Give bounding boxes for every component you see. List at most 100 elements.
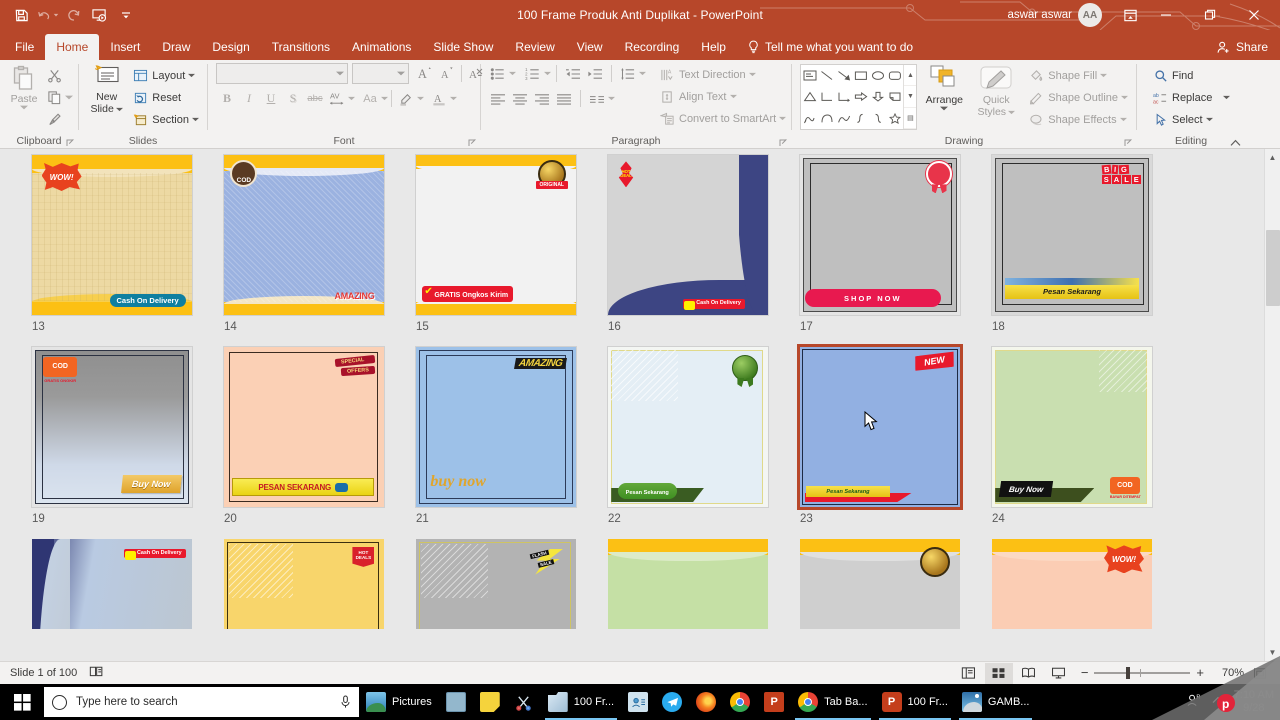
scroll-up-icon[interactable]: ▲ bbox=[1265, 149, 1280, 166]
paste-button[interactable]: Paste bbox=[5, 63, 43, 110]
slide-thumbnail[interactable]: Cash On Delivery bbox=[32, 539, 192, 629]
taskbar-item-firefox[interactable] bbox=[689, 684, 723, 720]
taskbar-item-explorer-100frame[interactable]: 100 Fr... bbox=[541, 684, 621, 720]
font-name-input[interactable] bbox=[216, 63, 348, 84]
shape-rounded-rectangle-icon[interactable] bbox=[886, 65, 903, 86]
slide-thumbnail[interactable]: Buy Now COD BAYAR DITEMPAT bbox=[992, 347, 1152, 507]
character-spacing-button[interactable]: AV bbox=[326, 88, 355, 109]
format-painter-button[interactable] bbox=[43, 109, 65, 130]
increase-font-size-button[interactable]: A bbox=[414, 63, 436, 84]
slide-thumbnail[interactable]: HOT DEAL Cash On Delivery bbox=[608, 155, 768, 315]
zoom-track[interactable] bbox=[1094, 667, 1191, 679]
zoom-level[interactable]: 70% bbox=[1212, 667, 1244, 679]
tab-slide-show[interactable]: Slide Show bbox=[422, 34, 504, 60]
slide-cell[interactable]: #fcc014 28 bbox=[592, 539, 784, 629]
tab-recording[interactable]: Recording bbox=[614, 34, 691, 60]
decrease-indent-button[interactable] bbox=[562, 63, 584, 84]
shape-scribble-icon[interactable] bbox=[801, 108, 818, 129]
shape-curve-icon[interactable] bbox=[818, 108, 835, 129]
account-name[interactable]: aswar aswar bbox=[1007, 9, 1072, 21]
bullets-button[interactable] bbox=[487, 63, 516, 84]
tab-review[interactable]: Review bbox=[504, 34, 565, 60]
share-button[interactable]: Share bbox=[1208, 34, 1280, 60]
scrollbar-track[interactable] bbox=[1264, 166, 1280, 644]
show-hidden-icons-chevron-icon[interactable] bbox=[1212, 696, 1224, 708]
taskbar-item-pictures[interactable]: Pictures bbox=[359, 684, 439, 720]
shape-fill-button[interactable]: Shape Fill bbox=[1025, 65, 1131, 86]
reset-button[interactable]: Reset bbox=[129, 87, 202, 108]
zoom-slider[interactable]: − + bbox=[1081, 666, 1204, 679]
shape-elbow-arrow-connector-icon[interactable] bbox=[835, 86, 852, 107]
columns-button[interactable] bbox=[586, 88, 615, 109]
taskbar-item-chrome[interactable] bbox=[723, 684, 757, 720]
tab-design[interactable]: Design bbox=[201, 34, 260, 60]
slide-cell[interactable]: SPECIAL OFFERS SPECIAL OFFERS PESAN SEKA… bbox=[208, 347, 400, 539]
taskbar-item-calculator[interactable] bbox=[439, 684, 473, 720]
tab-view[interactable]: View bbox=[566, 34, 614, 60]
tab-draw[interactable]: Draw bbox=[151, 34, 201, 60]
taskbar-item-contacts[interactable] bbox=[621, 684, 655, 720]
slide-thumbnail[interactable]: HOT DEALS bbox=[224, 539, 384, 629]
taskbar-item-powerpoint-pinned[interactable]: P bbox=[757, 684, 791, 720]
slide-cell[interactable]: FLASH SALE FLASH SALE 27 bbox=[400, 539, 592, 629]
taskbar-item-chrome-tabba[interactable]: Tab Ba... bbox=[791, 684, 874, 720]
close-button[interactable] bbox=[1232, 0, 1276, 30]
italic-button[interactable]: I bbox=[238, 88, 260, 109]
text-shadow-button[interactable]: S bbox=[282, 88, 304, 109]
minimize-button[interactable] bbox=[1144, 0, 1188, 30]
clock[interactable]: 7:10 AM 9/28 bbox=[1234, 689, 1274, 715]
slide-cell[interactable]: AMAZING buy now 21 bbox=[400, 347, 592, 539]
tab-animations[interactable]: Animations bbox=[341, 34, 422, 60]
strikethrough-button[interactable]: abc bbox=[304, 88, 326, 109]
taskbar-item-sticky-notes[interactable] bbox=[473, 684, 507, 720]
slide-cell[interactable]: ORIGINAL ✔ GRATIS Ongkos Kirim 15 bbox=[400, 155, 592, 347]
slide-cell[interactable]: COD AMAZING 14 bbox=[208, 155, 400, 347]
drawing-dialog-launcher-icon[interactable] bbox=[1124, 138, 1133, 147]
tab-insert[interactable]: Insert bbox=[99, 34, 151, 60]
gallery-scroll-down-icon[interactable]: ▼ bbox=[904, 86, 917, 108]
find-button[interactable]: Find bbox=[1149, 65, 1233, 86]
slide-sorter-view-button[interactable] bbox=[984, 662, 1013, 684]
zoom-handle[interactable] bbox=[1126, 667, 1131, 679]
tab-help[interactable]: Help bbox=[690, 34, 737, 60]
shape-line-icon[interactable] bbox=[818, 65, 835, 86]
slide-cell[interactable]: HOT DEALS 26 bbox=[208, 539, 400, 629]
slide-thumbnail[interactable]: WOW! Cash On Delivery bbox=[32, 155, 192, 315]
bold-button[interactable]: B bbox=[216, 88, 238, 109]
slide-cell[interactable]: SHOP NOW 17 bbox=[784, 155, 976, 347]
microphone-icon[interactable] bbox=[340, 695, 351, 709]
text-highlight-color-button[interactable] bbox=[395, 88, 424, 109]
change-case-button[interactable]: Aa bbox=[359, 88, 388, 109]
increase-indent-button[interactable] bbox=[584, 63, 606, 84]
taskbar-item-photos-gambar[interactable]: GAMB... bbox=[955, 684, 1037, 720]
normal-view-button[interactable] bbox=[955, 663, 983, 684]
shape-effects-button[interactable]: Shape Effects bbox=[1025, 109, 1131, 130]
shape-right-arrow-icon[interactable] bbox=[852, 86, 869, 107]
slide-cell[interactable]: Buy Now COD BAYAR DITEMPAT 24 bbox=[976, 347, 1168, 539]
new-slide-button[interactable]: New Slide bbox=[84, 63, 129, 115]
zoom-in-button[interactable]: + bbox=[1196, 666, 1204, 679]
vertical-scrollbar[interactable]: ▲ ▼ bbox=[1264, 149, 1280, 661]
taskbar-apps[interactable]: Pictures 100 Fr... P Tab Ba... P 100 Fr.… bbox=[359, 684, 1036, 720]
slide-thumbnail[interactable]: COD AMAZING bbox=[224, 155, 384, 315]
slide-thumbnail[interactable]: COD GRATIS ONGKIR Buy Now bbox=[32, 347, 192, 507]
center-button[interactable] bbox=[509, 88, 531, 109]
numbering-button[interactable]: 1 2 3 bbox=[522, 63, 551, 84]
slide-show-view-button[interactable] bbox=[1045, 663, 1073, 684]
paragraph-dialog-launcher-icon[interactable] bbox=[779, 138, 788, 147]
shape-arrow-icon[interactable] bbox=[835, 65, 852, 86]
shape-arc-icon[interactable] bbox=[835, 108, 852, 129]
start-button[interactable] bbox=[0, 684, 44, 720]
ribbon-tab-strip[interactable]: File Home Insert Draw Design Transitions… bbox=[0, 30, 1280, 60]
align-right-button[interactable] bbox=[531, 88, 553, 109]
align-text-button[interactable]: Align Text bbox=[656, 86, 789, 107]
slide-cell[interactable]: HOT DEAL Cash On Delivery 16 bbox=[592, 155, 784, 347]
gallery-more-icon[interactable]: ▤ bbox=[904, 108, 917, 129]
copy-button[interactable] bbox=[43, 87, 65, 108]
slide-thumbnail[interactable]: #fcc014 bbox=[608, 539, 768, 629]
replace-button[interactable]: ab ac Replace bbox=[1149, 87, 1233, 108]
slide-cell-selected[interactable]: NEW Pesan Sekarang 23 bbox=[784, 344, 976, 539]
taskbar-item-powerpoint-100frame[interactable]: P 100 Fr... bbox=[875, 684, 955, 720]
slide-thumbnail[interactable]: ORIGINAL ✔ GRATIS Ongkos Kirim bbox=[416, 155, 576, 315]
slide-cell[interactable]: WOW! 30 bbox=[976, 539, 1168, 629]
